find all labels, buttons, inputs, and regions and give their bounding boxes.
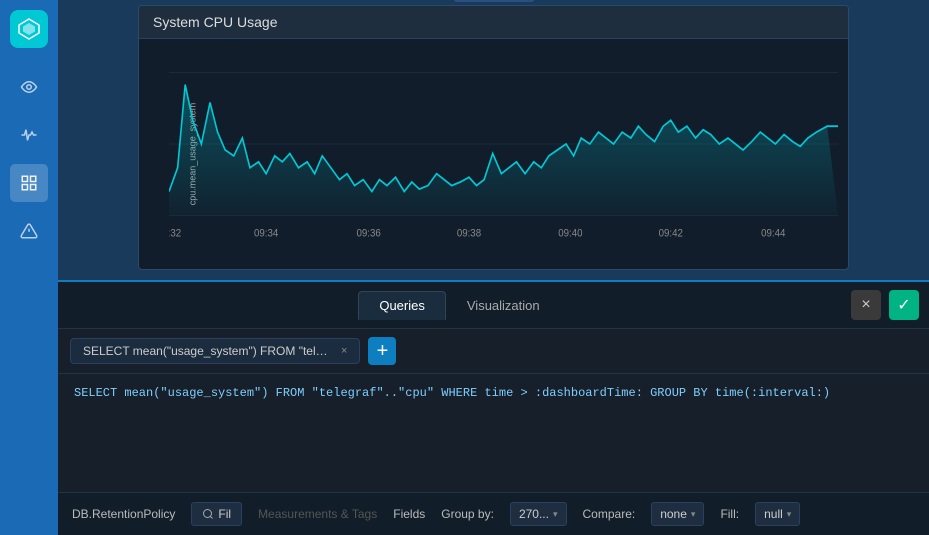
- bottom-panel: Queries Visualization × ✓ SELECT mean("u…: [58, 280, 929, 535]
- close-button[interactable]: ×: [851, 290, 881, 320]
- alert-nav-icon[interactable]: [10, 212, 48, 250]
- fill-label: Fill:: [720, 507, 739, 521]
- eye-nav-icon[interactable]: [10, 68, 48, 106]
- svg-text:09:38: 09:38: [457, 228, 482, 239]
- query-tab-label: SELECT mean("usage_system") FROM "telegr…: [83, 344, 333, 358]
- compare-label: Compare:: [583, 507, 636, 521]
- db-retention-label[interactable]: DB.RetentionPolicy: [72, 507, 175, 521]
- compare-dropdown[interactable]: none ▾: [651, 502, 704, 526]
- measurements-tags-text: Fil: [218, 507, 231, 521]
- drag-handle[interactable]: [454, 0, 534, 2]
- fill-value: null: [764, 507, 783, 521]
- tab-actions: × ✓: [851, 290, 919, 320]
- chart-panel: System CPU Usage cpu.mean_usage_system 6…: [138, 5, 849, 270]
- chart-title: System CPU Usage: [139, 6, 848, 39]
- sidebar: [0, 0, 58, 535]
- query-tabs-row: SELECT mean("usage_system") FROM "telegr…: [58, 329, 929, 374]
- measurements-tags-full: Measurements & Tags: [258, 507, 377, 521]
- tab-queries[interactable]: Queries: [358, 291, 446, 320]
- grid-nav-icon[interactable]: [10, 164, 48, 202]
- query-tab-1[interactable]: SELECT mean("usage_system") FROM "telegr…: [70, 338, 360, 364]
- fields-label[interactable]: Fields: [393, 507, 425, 521]
- chart-svg-container: 6 4 2 09:32 09:34 09:36 09:38 09:40 09:4…: [169, 49, 838, 239]
- app-logo[interactable]: [10, 10, 48, 48]
- chart-body: cpu.mean_usage_system 6 4 2 09:32 09:34: [139, 39, 848, 269]
- group-by-value: 270...: [519, 507, 549, 521]
- query-tab-close[interactable]: ×: [341, 346, 347, 357]
- svg-text:09:44: 09:44: [761, 228, 786, 239]
- chart-area: System CPU Usage cpu.mean_usage_system 6…: [58, 0, 929, 280]
- compare-value: none: [660, 507, 687, 521]
- measurements-tags-btn[interactable]: Fil: [191, 502, 242, 526]
- add-query-button[interactable]: +: [368, 337, 396, 365]
- confirm-button[interactable]: ✓: [889, 290, 919, 320]
- search-icon: [202, 508, 214, 520]
- main-content: System CPU Usage cpu.mean_usage_system 6…: [58, 0, 929, 535]
- group-by-label: Group by:: [441, 507, 494, 521]
- group-by-dropdown[interactable]: 270... ▾: [510, 502, 567, 526]
- svg-text:09:34: 09:34: [254, 228, 279, 239]
- bottom-toolbar: DB.RetentionPolicy Fil Measurements & Ta…: [58, 493, 929, 535]
- sql-text: SELECT mean("usage_system") FROM "telegr…: [74, 386, 830, 400]
- fill-dropdown[interactable]: null ▾: [755, 502, 800, 526]
- svg-text:09:40: 09:40: [558, 228, 583, 239]
- compare-chevron: ▾: [691, 509, 696, 520]
- group-by-chevron: ▾: [553, 509, 558, 520]
- fill-chevron: ▾: [787, 509, 792, 520]
- svg-text:09:42: 09:42: [659, 228, 684, 239]
- svg-text:09:32: 09:32: [169, 228, 181, 239]
- svg-text:09:36: 09:36: [356, 228, 381, 239]
- tab-bar: Queries Visualization × ✓: [58, 282, 929, 329]
- pulse-nav-icon[interactable]: [10, 116, 48, 154]
- tab-visualization[interactable]: Visualization: [446, 291, 561, 320]
- sql-editor[interactable]: SELECT mean("usage_system") FROM "telegr…: [58, 374, 929, 493]
